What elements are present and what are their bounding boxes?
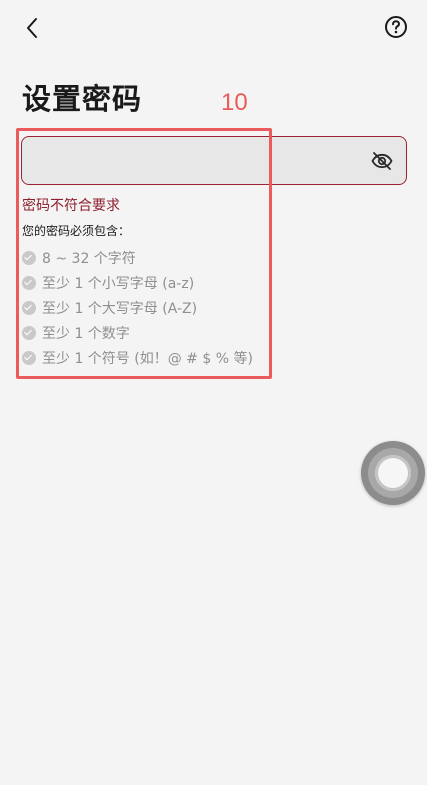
assistive-touch-button[interactable] bbox=[361, 441, 425, 505]
requirement-length: 8 ~ 32 个字符 bbox=[22, 245, 253, 270]
requirement-text: 至少 1 个小写字母 (a-z) bbox=[42, 275, 195, 292]
annotation-number: 10 bbox=[221, 89, 248, 116]
chevron-left-icon bbox=[27, 18, 37, 38]
requirement-text: 至少 1 个符号 (如！@ # $ % 等) bbox=[42, 350, 253, 367]
question-circle-icon bbox=[385, 16, 407, 38]
help-button[interactable] bbox=[384, 15, 408, 39]
password-input[interactable] bbox=[34, 137, 358, 185]
check-circle-icon bbox=[22, 350, 36, 365]
assistive-touch-inner bbox=[375, 455, 411, 491]
requirement-text: 至少 1 个大写字母 (A-Z) bbox=[42, 300, 198, 317]
requirement-lowercase: 至少 1 个小写字母 (a-z) bbox=[22, 270, 253, 295]
check-circle-icon bbox=[22, 300, 36, 315]
requirement-text: 8 ~ 32 个字符 bbox=[42, 250, 136, 267]
check-circle-icon bbox=[22, 275, 36, 290]
eye-off-icon bbox=[371, 152, 393, 170]
back-button[interactable] bbox=[18, 14, 46, 42]
check-circle-icon bbox=[22, 250, 36, 265]
password-error-message: 密码不符合要求 bbox=[22, 198, 120, 214]
requirement-symbol: 至少 1 个符号 (如！@ # $ % 等) bbox=[22, 345, 253, 370]
password-field[interactable] bbox=[21, 136, 407, 185]
requirements-list: 8 ~ 32 个字符 至少 1 个小写字母 (a-z) 至少 1 个大写字母 (… bbox=[22, 245, 253, 370]
requirements-heading: 您的密码必须包含： bbox=[22, 224, 131, 238]
check-circle-icon bbox=[22, 325, 36, 340]
requirement-text: 至少 1 个数字 bbox=[42, 325, 130, 342]
requirement-uppercase: 至少 1 个大写字母 (A-Z) bbox=[22, 295, 253, 320]
requirement-digit: 至少 1 个数字 bbox=[22, 320, 253, 345]
page-title: 设置密码 bbox=[22, 82, 143, 116]
visibility-toggle[interactable] bbox=[370, 149, 394, 173]
